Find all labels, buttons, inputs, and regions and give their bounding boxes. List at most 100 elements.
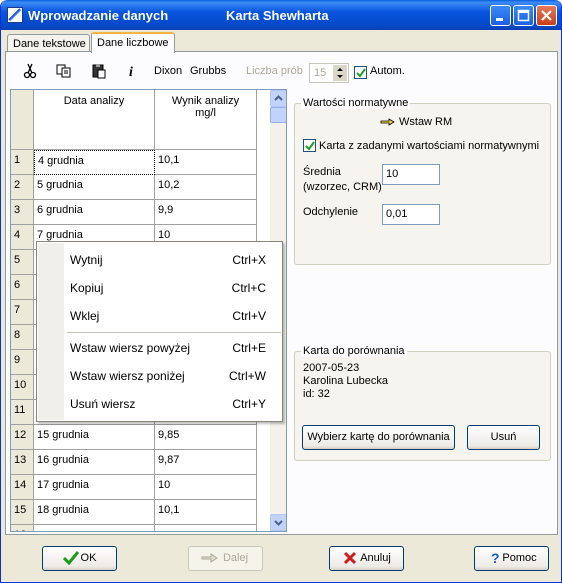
cell-date[interactable]: 16 grudnia [34, 450, 155, 475]
cell-date[interactable] [34, 525, 155, 531]
row-header[interactable]: 1 [11, 150, 34, 175]
menu-item-cut[interactable]: Wytnij Ctrl+X [70, 249, 280, 271]
menu-gutter [38, 243, 64, 420]
row-header[interactable]: 10 [11, 375, 34, 400]
copy-tool[interactable] [53, 60, 75, 82]
comparison-group-title: Karta do porównania [301, 345, 407, 357]
cell-result[interactable]: 9,87 [155, 450, 257, 475]
cell-date[interactable]: 18 grudnia [34, 500, 155, 525]
cell-date[interactable]: 15 grudnia [34, 425, 155, 450]
cell-result[interactable]: 10,1 [155, 150, 257, 175]
normative-checkbox-label: Karta z zadanymi wartościami normatywnym… [319, 140, 540, 152]
row-header[interactable]: 11 [11, 400, 34, 425]
menu-item-paste[interactable]: Wklej Ctrl+V [70, 305, 280, 327]
remove-comparison-button[interactable]: Usuń [467, 425, 540, 450]
col-header-date[interactable]: Data analizy [34, 90, 155, 150]
menu-shortcut: Ctrl+V [232, 309, 266, 323]
paste-tool[interactable] [88, 60, 110, 82]
tab-text-data[interactable]: Dane tekstowe [7, 34, 90, 52]
cell-date[interactable]: 5 grudnia [34, 175, 155, 200]
spin-arrows[interactable] [333, 65, 347, 81]
arrow-up-icon [274, 95, 283, 101]
choose-comparison-button[interactable]: Wybierz kartę do porównania [302, 425, 455, 450]
cell-date[interactable]: 17 grudnia [34, 475, 155, 500]
row-header[interactable]: 12 [11, 425, 34, 450]
cell-result[interactable]: 10,1 [155, 500, 257, 525]
app-icon [7, 7, 23, 23]
close-button[interactable] [536, 5, 557, 26]
scroll-down-button[interactable] [270, 514, 286, 531]
cell-date[interactable]: 4 grudnia [34, 150, 155, 175]
cut-tool[interactable] [19, 60, 41, 82]
row-header[interactable]: 8 [11, 325, 34, 350]
insert-rm-button[interactable]: Wstaw RM [380, 114, 460, 132]
menu-separator [67, 332, 281, 333]
pointing-hand-icon [201, 553, 218, 563]
grid-corner [11, 90, 34, 150]
row-header[interactable]: 5 [11, 250, 34, 275]
maximize-button[interactable] [513, 5, 534, 26]
minimize-button[interactable] [490, 5, 511, 26]
menu-shortcut: Ctrl+W [229, 369, 266, 383]
row-header[interactable]: 2 [11, 175, 34, 200]
menu-label: Kopiuj [70, 281, 104, 295]
title-bar[interactable]: Wprowadzanie danych Karta Shewharta [1, 0, 561, 30]
sample-count-value: 15 [314, 67, 327, 79]
cell-result[interactable]: 9,85 [155, 425, 257, 450]
tab-numeric-data[interactable]: Dane liczbowe [91, 32, 175, 53]
help-button[interactable]: ? Pomoc [474, 546, 549, 571]
cancel-button[interactable]: Anuluj [329, 546, 404, 571]
row-header[interactable]: 7 [11, 300, 34, 325]
dixon-button[interactable]: Dixon [154, 65, 182, 77]
row-header[interactable]: 6 [11, 275, 34, 300]
row-header[interactable]: 4 [11, 225, 34, 250]
sample-count-stepper[interactable]: 15 [309, 63, 349, 83]
menu-item-copy[interactable]: Kopiuj Ctrl+C [70, 277, 280, 299]
normative-group-title: Wartości normatywne [301, 97, 411, 109]
menu-label: Usuń wiersz [70, 397, 136, 411]
deviation-label: Odchylenie [303, 206, 359, 218]
info-tool[interactable]: i [122, 60, 144, 82]
auto-label: Autom. [370, 65, 405, 77]
menu-label: Wstaw wiersz powyżej [70, 341, 191, 355]
cell-result[interactable]: 9,9 [155, 200, 257, 225]
mean-input[interactable]: 10 [382, 164, 440, 185]
menu-item-insert-below[interactable]: Wstaw wiersz poniżej Ctrl+W [70, 365, 280, 387]
menu-item-delete-row[interactable]: Usuń wiersz Ctrl+Y [70, 393, 280, 415]
deviation-input[interactable]: 0,01 [382, 204, 440, 225]
menu-label: Wytnij [70, 253, 103, 267]
menu-label: Wklej [70, 309, 100, 323]
comparison-id: id: 32 [303, 388, 330, 400]
row-header[interactable]: 16 [11, 525, 34, 531]
menu-item-insert-above[interactable]: Wstaw wiersz powyżej Ctrl+E [70, 337, 280, 359]
row-header[interactable]: 9 [11, 350, 34, 375]
cell-result[interactable] [155, 525, 257, 531]
row-header[interactable]: 3 [11, 200, 34, 225]
pointing-hand-icon [380, 118, 395, 126]
cell-result[interactable]: 10 [155, 475, 257, 500]
sample-count-label: Liczba prób [246, 65, 303, 77]
scroll-thumb[interactable] [270, 107, 286, 123]
cell-result[interactable]: 10,2 [155, 175, 257, 200]
row-header[interactable]: 14 [11, 475, 34, 500]
normative-checkbox[interactable] [303, 139, 316, 152]
next-button[interactable]: Dalej [188, 546, 263, 571]
col-header-result[interactable]: Wynik analizy mg/l [155, 90, 257, 150]
row-header[interactable]: 15 [11, 500, 34, 525]
menu-label: Wstaw wiersz poniżej [70, 369, 185, 383]
paste-icon [92, 64, 106, 79]
grubbs-button[interactable]: Grubbs [190, 65, 226, 77]
scroll-up-button[interactable] [270, 90, 286, 107]
row-header[interactable]: 13 [11, 450, 34, 475]
context-menu: Wytnij Ctrl+X Kopiuj Ctrl+C Wklej Ctrl+V Ws… [36, 241, 283, 422]
auto-checkbox[interactable] [354, 66, 367, 79]
checkmark-icon [305, 141, 315, 151]
data-entry-window: Wprowadzanie danych Karta Shewharta Dane… [0, 0, 562, 583]
comparison-date: 2007-05-23 [303, 362, 360, 374]
window-title: Wprowadzanie danych [28, 8, 169, 23]
ok-button[interactable]: OK [42, 546, 117, 571]
checkmark-icon [356, 68, 366, 78]
cell-date[interactable]: 6 grudnia [34, 200, 155, 225]
checkmark-icon [63, 551, 79, 565]
comparison-author: Karolina Lubecka [303, 375, 389, 387]
